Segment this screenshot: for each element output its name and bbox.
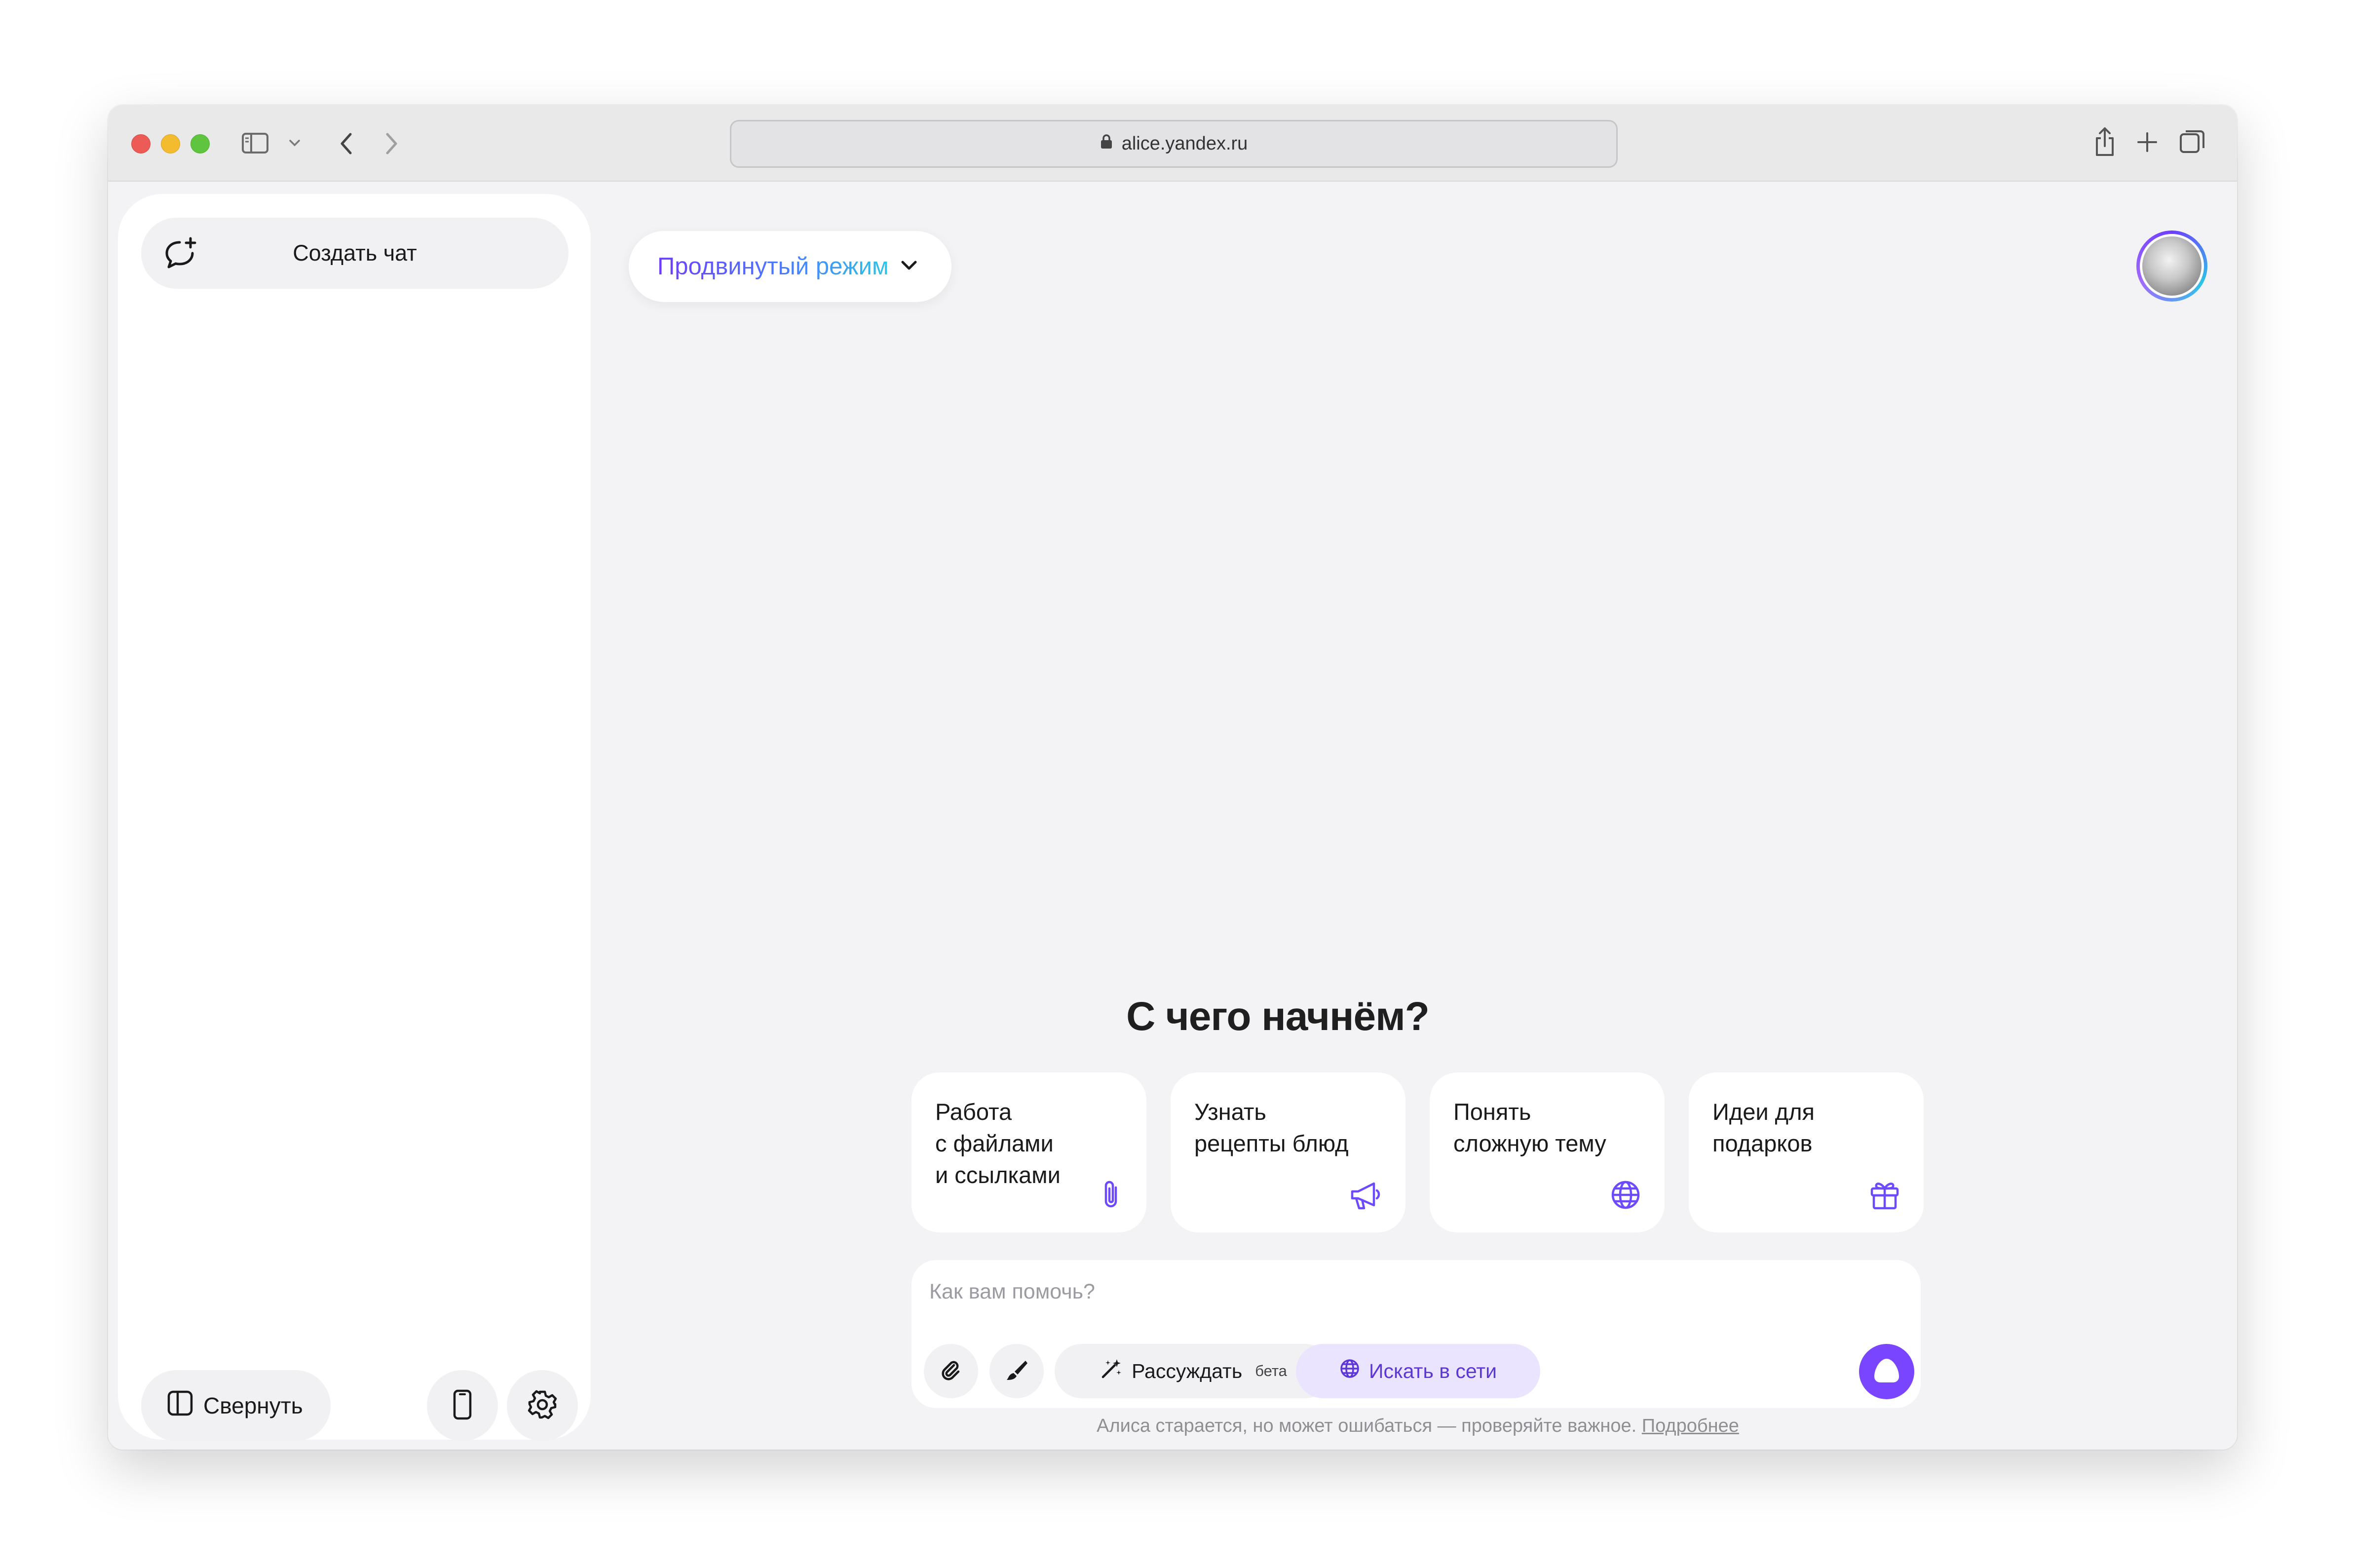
new-tab-icon[interactable] (2135, 130, 2159, 154)
suggestion-text: Узнать рецепты блюд (1194, 1099, 1349, 1156)
maximize-window-button[interactable] (190, 134, 210, 153)
attach-icon (940, 1359, 962, 1383)
globe-icon (1610, 1180, 1641, 1213)
chevron-down-icon[interactable] (287, 136, 303, 151)
suggestion-text: Идеи для подарков (1712, 1099, 1815, 1156)
web-search-toggle[interactable]: Искать в сети (1296, 1344, 1540, 1398)
attach-button[interactable] (924, 1344, 978, 1398)
browser-titlebar: alice.yandex.ru (108, 105, 2237, 182)
back-icon[interactable] (336, 130, 356, 157)
reasoning-label: Рассуждать (1132, 1359, 1243, 1382)
gear-icon (528, 1390, 557, 1422)
globe-icon (1339, 1358, 1360, 1384)
reasoning-toggle[interactable]: Рассуждать бета (1055, 1344, 1332, 1398)
mobile-phone-icon (453, 1389, 472, 1422)
web-search-label: Искать в сети (1368, 1359, 1497, 1382)
suggestion-card-gifts[interactable]: Идеи для подарков (1689, 1072, 1924, 1232)
forward-icon[interactable] (382, 130, 402, 157)
mode-label: Продвинутый режим (657, 253, 889, 280)
suggestion-text: Работа с файлами и ссылками (935, 1099, 1061, 1188)
learn-more-link[interactable]: Подробнее (1642, 1415, 1739, 1436)
address-bar[interactable]: alice.yandex.ru (730, 120, 1618, 168)
tabs-overview-icon[interactable] (2178, 128, 2206, 155)
send-button[interactable] (1859, 1344, 1914, 1399)
url-text: alice.yandex.ru (1121, 133, 1248, 154)
paperclip-icon (1101, 1179, 1123, 1213)
disclaimer-text: Алиса старается, но может ошибаться — пр… (1097, 1415, 1637, 1436)
prompt-input[interactable] (928, 1270, 1769, 1313)
suggestion-card-files[interactable]: Работа с файлами и ссылками (911, 1072, 1146, 1232)
sidebar-toggle-icon[interactable] (240, 131, 270, 155)
user-avatar[interactable] (2136, 230, 2207, 302)
new-chat-label: Создать чат (293, 240, 417, 266)
minimize-window-button[interactable] (161, 134, 180, 153)
new-chat-button[interactable]: Создать чат (141, 218, 569, 289)
lock-icon (1100, 133, 1113, 154)
browser-window: alice.yandex.ru Создать чат Свернуть Про… (108, 105, 2237, 1450)
sidebar: Создать чат Свернуть (118, 194, 591, 1441)
mode-selector[interactable]: Продвинутый режим (629, 231, 951, 302)
gift-icon (1869, 1179, 1900, 1213)
suggestion-card-recipes[interactable]: Узнать рецепты блюд (1171, 1072, 1405, 1232)
settings-button[interactable] (507, 1370, 578, 1441)
share-icon[interactable] (2092, 124, 2117, 159)
alice-send-icon (1871, 1357, 1902, 1387)
draw-button[interactable] (989, 1344, 1044, 1398)
close-window-button[interactable] (131, 134, 151, 153)
brush-icon (1005, 1358, 1028, 1384)
chevron-down-icon (901, 260, 917, 273)
suggestion-card-topic[interactable]: Понять сложную тему (1430, 1072, 1665, 1232)
megaphone-icon (1349, 1181, 1382, 1213)
beta-badge: бета (1255, 1362, 1287, 1379)
page-title: С чего начнём? (1126, 994, 1430, 1039)
collapse-sidebar-button[interactable]: Свернуть (141, 1370, 331, 1441)
sparkle-icon (1100, 1357, 1123, 1385)
mobile-app-button[interactable] (427, 1370, 498, 1441)
suggestion-text: Понять сложную тему (1453, 1099, 1606, 1156)
sidebar-collapse-icon (167, 1390, 193, 1422)
collapse-label: Свернуть (203, 1393, 303, 1418)
disclaimer: Алиса старается, но может ошибаться — пр… (898, 1415, 1938, 1437)
avatar-image (2140, 234, 2204, 298)
